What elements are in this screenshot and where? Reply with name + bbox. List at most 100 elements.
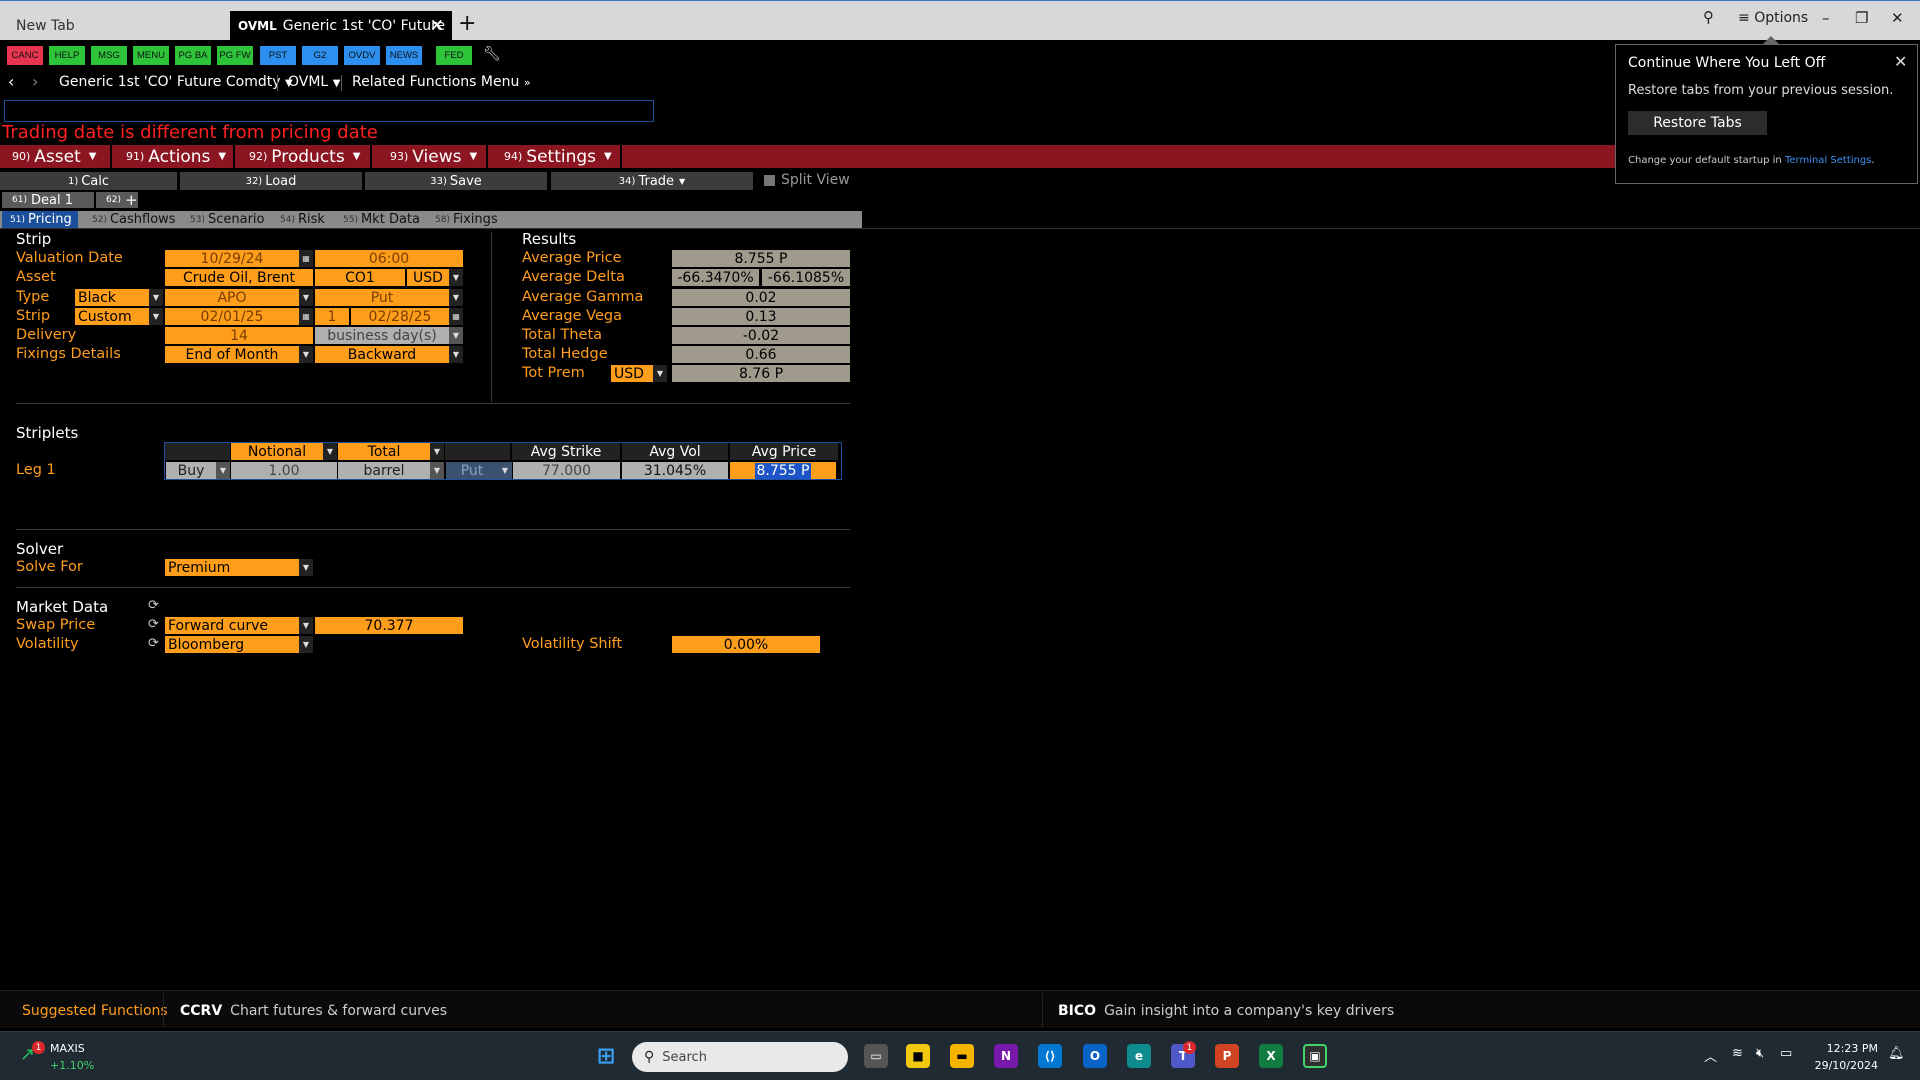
- model-select[interactable]: Black: [75, 289, 149, 306]
- strip-start-field[interactable]: 02/01/25: [165, 308, 299, 325]
- tab-scenario[interactable]: 53) Scenario: [190, 211, 264, 228]
- strip-end-field[interactable]: 02/28/25: [351, 308, 449, 325]
- tab-ovml[interactable]: OVML Generic 1st 'CO' Future ✕: [230, 11, 452, 41]
- volatility-shift-field[interactable]: 0.00%: [672, 636, 820, 653]
- clock-date[interactable]: 29/10/2024: [1810, 1059, 1878, 1072]
- avg-strike-field[interactable]: 77.000: [513, 462, 620, 479]
- chevron-down-icon[interactable]: ▼: [299, 289, 313, 306]
- chevron-down-icon[interactable]: ▼: [449, 327, 463, 344]
- minimize-icon[interactable]: –: [1822, 9, 1830, 27]
- task-view-icon[interactable]: ▭: [864, 1044, 888, 1068]
- asset-code-field[interactable]: CO1: [315, 269, 405, 286]
- options-button[interactable]: ≡ Options: [1738, 10, 1808, 26]
- onenote-icon[interactable]: N: [994, 1044, 1018, 1068]
- valuation-time-field[interactable]: 06:00: [315, 250, 463, 267]
- related-functions-menu[interactable]: Related Functions Menu »: [352, 74, 531, 90]
- tab-deal-1[interactable]: 61) Deal 1: [2, 192, 94, 208]
- suggested-item-ccrv[interactable]: CCRV Chart futures & forward curves: [180, 1003, 447, 1019]
- volume-muted-icon[interactable]: 🔇︎: [1756, 1046, 1764, 1061]
- function-selector[interactable]: OVML ▼: [288, 74, 340, 90]
- close-icon[interactable]: ✕: [1894, 52, 1907, 71]
- restore-tabs-button[interactable]: Restore Tabs: [1628, 111, 1767, 135]
- valuation-date-field[interactable]: 10/29/24: [165, 250, 299, 267]
- chevron-down-icon[interactable]: ▼: [449, 346, 463, 363]
- strip-count-field[interactable]: 1: [315, 308, 349, 325]
- tot-prem-currency-select[interactable]: USD: [611, 365, 653, 382]
- fixings-direction-select[interactable]: Backward: [315, 346, 449, 363]
- lp-button-canc[interactable]: CANC: [7, 46, 43, 65]
- save-button[interactable]: 33) Save: [365, 172, 547, 190]
- refresh-icon[interactable]: ⟳: [148, 598, 159, 613]
- swap-source-select[interactable]: Forward curve: [165, 617, 299, 634]
- refresh-icon[interactable]: ⟳: [148, 636, 159, 651]
- bloomberg-terminal-icon[interactable]: ▣: [1303, 1044, 1327, 1068]
- tab-new-tab[interactable]: New Tab: [0, 11, 228, 41]
- unit-select[interactable]: barrel: [338, 462, 430, 479]
- menu-views[interactable]: 93) Views ▼: [378, 145, 488, 168]
- split-view-toggle[interactable]: Split View: [764, 172, 850, 188]
- calc-button[interactable]: 1) Calc: [0, 172, 177, 190]
- delivery-days-field[interactable]: 14: [165, 327, 313, 344]
- search-person-icon[interactable]: ⚲: [1703, 8, 1714, 26]
- refresh-icon[interactable]: ⟳: [148, 617, 159, 632]
- volatility-source-select[interactable]: Bloomberg: [165, 636, 299, 653]
- security-selector[interactable]: Generic 1st 'CO' Future Comdty ▼: [59, 74, 293, 90]
- avg-price-cell[interactable]: 8.755 P: [730, 462, 836, 479]
- call-put-select[interactable]: Put: [315, 289, 449, 306]
- leg-callput-select[interactable]: Put: [446, 462, 498, 479]
- tab-pricing[interactable]: 51) Pricing: [2, 211, 78, 228]
- lp-button-msg[interactable]: MSG: [91, 46, 127, 65]
- chevron-down-icon[interactable]: ▼: [299, 617, 313, 634]
- chevron-down-icon[interactable]: ▼: [449, 269, 463, 286]
- calendar-icon[interactable]: ▦: [299, 308, 313, 325]
- outlook-icon[interactable]: O: [1083, 1044, 1107, 1068]
- tab-add-deal[interactable]: 62) +: [96, 191, 138, 209]
- sticky-notes-icon[interactable]: ■: [906, 1044, 930, 1068]
- excel-icon[interactable]: X: [1259, 1044, 1283, 1068]
- asset-name-field[interactable]: Crude Oil, Brent: [165, 269, 313, 286]
- asset-currency-field[interactable]: USD: [407, 269, 449, 286]
- wrench-icon[interactable]: 🔧︎: [483, 46, 501, 62]
- tab-risk[interactable]: 54) Risk: [280, 211, 325, 228]
- chevron-down-icon[interactable]: ▼: [449, 289, 463, 306]
- lp-button-help[interactable]: HELP: [49, 46, 85, 65]
- tab-mkt-data[interactable]: 55) Mkt Data: [343, 211, 420, 228]
- delivery-unit-select[interactable]: business day(s): [315, 327, 449, 344]
- close-window-icon[interactable]: ✕: [1891, 9, 1904, 27]
- edge-icon[interactable]: e: [1127, 1044, 1151, 1068]
- lp-button-pgfw[interactable]: PG FW: [217, 46, 253, 65]
- restore-icon[interactable]: ❐: [1855, 9, 1868, 27]
- windows-start-icon[interactable]: ⊞: [594, 1044, 618, 1069]
- new-tab-button[interactable]: +: [458, 11, 476, 36]
- terminal-settings-link[interactable]: Terminal Settings: [1785, 155, 1871, 166]
- notional-field[interactable]: 1.00: [231, 462, 337, 479]
- lp-button-g2[interactable]: G2: [302, 46, 338, 65]
- clock-time[interactable]: 12:23 PM: [1810, 1042, 1878, 1055]
- chevron-down-icon[interactable]: ▼: [653, 365, 667, 382]
- wifi-icon[interactable]: ≋: [1732, 1046, 1743, 1061]
- close-tab-icon[interactable]: ✕: [430, 16, 444, 36]
- chevron-down-icon[interactable]: ▼: [216, 462, 230, 479]
- solve-for-select[interactable]: Premium: [165, 559, 299, 576]
- fixings-period-select[interactable]: End of Month: [165, 346, 299, 363]
- chevron-down-icon[interactable]: ▼: [299, 346, 313, 363]
- chevron-up-icon[interactable]: ︿: [1704, 1046, 1717, 1065]
- forward-icon[interactable]: ›: [32, 72, 38, 91]
- lp-button-menu[interactable]: MENU: [133, 46, 169, 65]
- file-explorer-icon[interactable]: ▬: [950, 1044, 974, 1068]
- chevron-down-icon[interactable]: ▼: [299, 636, 313, 653]
- calendar-icon[interactable]: ▦: [299, 250, 313, 267]
- avg-vol-field[interactable]: 31.045%: [622, 462, 728, 479]
- chevron-down-icon[interactable]: ▼: [323, 443, 337, 460]
- menu-products[interactable]: 92) Products ▼: [237, 145, 372, 168]
- chevron-down-icon[interactable]: ▼: [430, 443, 444, 460]
- menu-settings[interactable]: 94) Settings ▼: [492, 145, 622, 168]
- swap-price-field[interactable]: 70.377: [315, 617, 463, 634]
- tab-cashflows[interactable]: 52) Cashflows: [92, 211, 176, 228]
- suggested-functions-label[interactable]: Suggested Functions: [22, 1003, 168, 1019]
- taskbar-search[interactable]: ⚲ Search: [632, 1042, 848, 1072]
- chevron-down-icon[interactable]: ▼: [299, 559, 313, 576]
- menu-actions[interactable]: 91) Actions ▼: [114, 145, 235, 168]
- suggested-item-bico[interactable]: BICO Gain insight into a company's key dr…: [1058, 1003, 1394, 1019]
- strip-mode-select[interactable]: Custom: [75, 308, 149, 325]
